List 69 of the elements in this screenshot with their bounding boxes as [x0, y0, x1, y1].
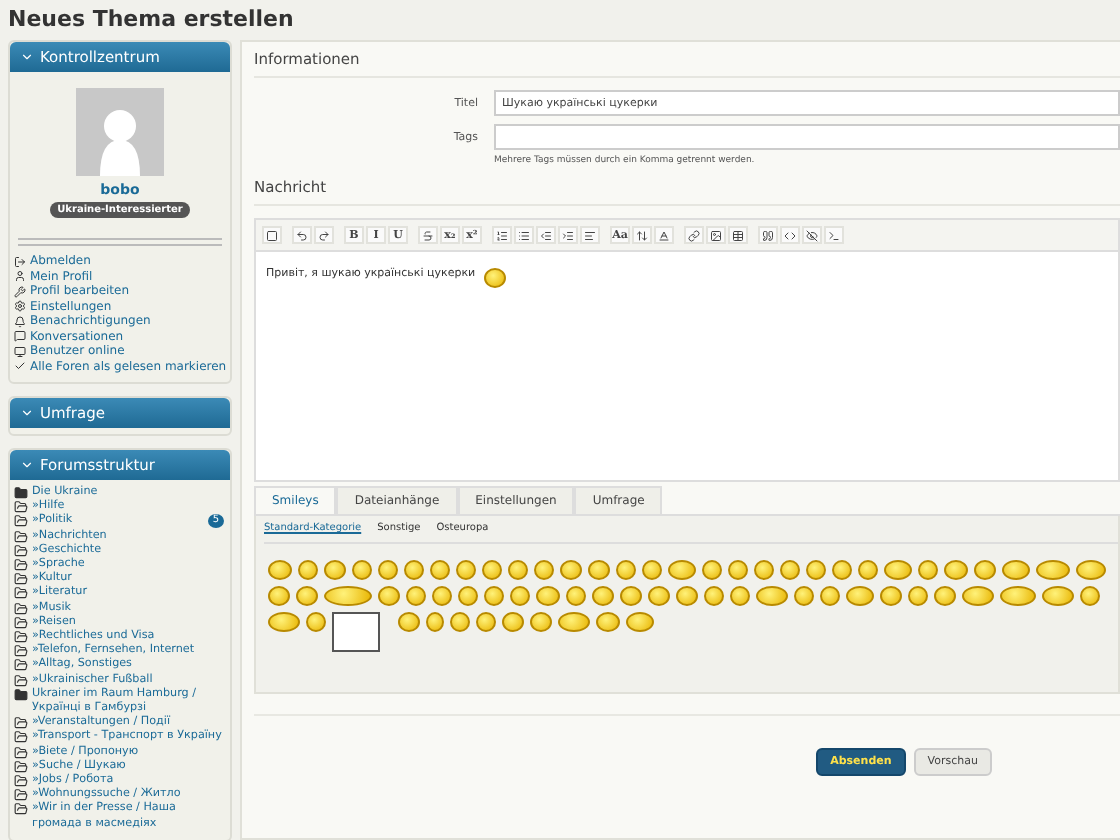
- smiley-icon[interactable]: [880, 586, 902, 606]
- person-icon: [14, 270, 26, 283]
- hide-button[interactable]: [802, 226, 822, 244]
- smiley-icon[interactable]: [676, 586, 698, 606]
- underline-color-button[interactable]: [654, 226, 674, 244]
- smiley-icon[interactable]: [592, 586, 614, 606]
- smiley-icon[interactable]: [398, 612, 420, 632]
- smiley-icon[interactable]: [558, 612, 590, 632]
- smiley-icon[interactable]: [1000, 586, 1036, 606]
- smiley-icon[interactable]: [596, 612, 620, 632]
- chevron-icon: [20, 406, 34, 420]
- strike-button[interactable]: [418, 226, 438, 244]
- smiley-icon[interactable]: [268, 586, 290, 606]
- table-button[interactable]: [728, 226, 748, 244]
- smiley-icon[interactable]: [756, 586, 788, 606]
- smiley-icon[interactable]: [296, 586, 318, 606]
- image-button[interactable]: [706, 226, 726, 244]
- smiley-icon[interactable]: [962, 586, 994, 606]
- wrench-icon: [14, 285, 26, 298]
- quote-button[interactable]: [758, 226, 778, 244]
- smiley-icon[interactable]: [560, 560, 582, 580]
- smiley-icon[interactable]: [1076, 560, 1106, 580]
- align-button[interactable]: [580, 226, 600, 244]
- smiley-icon[interactable]: [588, 560, 610, 580]
- smiley-icon[interactable]: [648, 586, 670, 606]
- chevron-icon: [20, 458, 34, 472]
- smiley-icon[interactable]: [268, 560, 292, 580]
- smiley-icon[interactable]: [626, 612, 654, 632]
- page-title: Neues Thema erstellen: [8, 6, 294, 32]
- smiley-icon[interactable]: [620, 586, 642, 606]
- link-button[interactable]: [684, 226, 704, 244]
- sign-drawing[interactable]: [332, 612, 380, 652]
- bell-icon: [14, 315, 26, 328]
- text-field[interactable]: [494, 124, 1120, 150]
- smiley-icon[interactable]: [378, 586, 400, 606]
- source-button[interactable]: [262, 226, 282, 244]
- smiley-icon[interactable]: [1080, 586, 1100, 606]
- smiley-icon[interactable]: [324, 560, 346, 580]
- smiley-icon[interactable]: [846, 586, 874, 606]
- smiley-icon: [483, 268, 506, 288]
- list-ol-button[interactable]: [492, 226, 512, 244]
- smiley-icon[interactable]: [944, 560, 968, 580]
- smiley-icon[interactable]: [884, 560, 912, 580]
- gear-icon: [14, 300, 26, 313]
- smiley-icon[interactable]: [668, 560, 696, 580]
- speech-bubble-icon: [14, 330, 26, 343]
- smiley-icon[interactable]: [1036, 560, 1070, 580]
- code-button[interactable]: [780, 226, 800, 244]
- smiley-icon[interactable]: [306, 612, 326, 632]
- chevron-icon: [20, 50, 34, 64]
- outdent-button[interactable]: [536, 226, 556, 244]
- smiley-icon[interactable]: [536, 586, 560, 606]
- smiley-icon[interactable]: [268, 612, 300, 632]
- smiley-icon[interactable]: [934, 586, 956, 606]
- monitor-icon: [14, 345, 26, 358]
- smiley-icon[interactable]: [1042, 586, 1074, 606]
- check-icon: [14, 360, 26, 373]
- smiley-icon[interactable]: [530, 612, 552, 632]
- smiley-icon[interactable]: [298, 560, 318, 580]
- redo-button[interactable]: [314, 226, 334, 244]
- smiley-icon[interactable]: [974, 560, 996, 580]
- person-silhouette-icon: [94, 108, 146, 176]
- smiley-icon[interactable]: [502, 612, 524, 632]
- undo-button[interactable]: [292, 226, 312, 244]
- logout-icon: [14, 255, 26, 268]
- smiley-icon[interactable]: [1002, 560, 1030, 580]
- list-ul-button[interactable]: [514, 226, 534, 244]
- indent-button[interactable]: [558, 226, 578, 244]
- color-button[interactable]: [632, 226, 652, 244]
